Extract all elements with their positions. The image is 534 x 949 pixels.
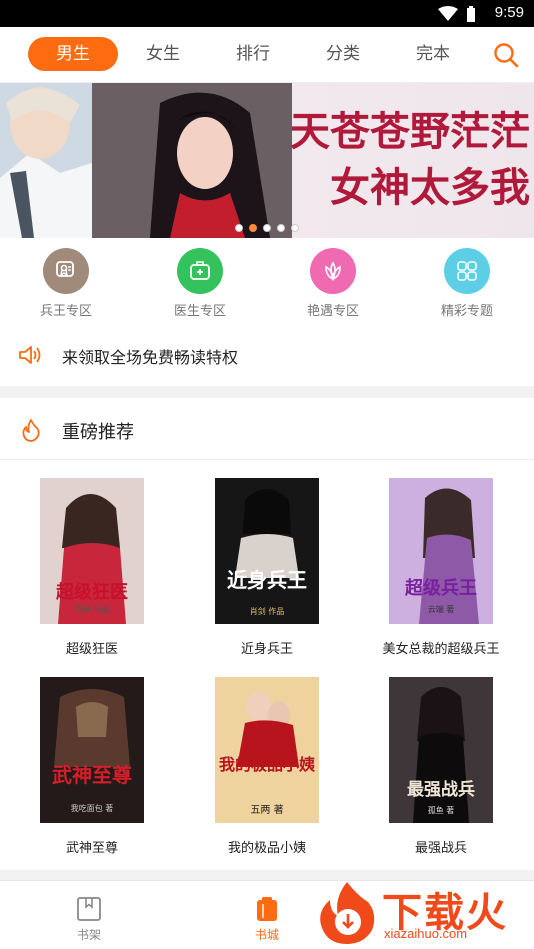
zone-label: 医生专区	[173, 304, 226, 319]
banner-dot[interactable]	[263, 224, 271, 232]
tab-bookshelf[interactable]: 书架	[59, 895, 119, 943]
section-header: 重磅推荐	[0, 398, 534, 460]
banner-dots	[0, 224, 534, 232]
medkit-icon	[177, 248, 223, 294]
zone-doctor[interactable]: 医生专区	[150, 248, 250, 319]
book-card[interactable]: 超级兵王 云端 著 美女总裁的超级兵王	[366, 478, 516, 657]
banner-headline-1: 天苍苍野茫茫	[290, 108, 530, 155]
banner-dot[interactable]	[277, 224, 285, 232]
book-card[interactable]: 最强战兵 孤鱼 著 最强战兵	[366, 677, 516, 856]
cover-title: 超级狂医	[56, 582, 128, 603]
book-cover: 近身兵王 肖剑 作品	[215, 478, 319, 624]
book-card[interactable]: 近身兵王 肖剑 作品 近身兵王	[192, 478, 342, 657]
zone-label: 精彩专题	[440, 304, 493, 319]
promo-banner[interactable]: 天苍苍野茫茫 女神太多我	[0, 83, 534, 238]
book-cover: 武神至尊 我吃面包 著	[40, 677, 144, 823]
banner-dot-active[interactable]	[249, 224, 257, 232]
book-name: 近身兵王	[240, 642, 293, 657]
status-time: 9:59	[494, 4, 524, 21]
speaker-icon	[19, 346, 41, 364]
free-read-notice[interactable]: 来领取全场免费畅读特权	[0, 332, 534, 378]
zone-label: 艳遇专区	[306, 304, 359, 319]
tab-bookstore-label: 书城	[254, 928, 279, 942]
medal-icon	[43, 248, 89, 294]
tab-bookstore[interactable]: 书城	[237, 895, 297, 943]
tab-completed[interactable]: 完本	[402, 37, 464, 71]
banner-headline-2: 女神太多我	[330, 164, 530, 211]
book-card[interactable]: 超级狂医 月神 作品 超级狂医	[17, 478, 167, 657]
book-name: 最强战兵	[414, 841, 467, 856]
cover-author: 我吃面包 著	[70, 804, 114, 813]
book-cover: 最强战兵 孤鱼 著	[389, 677, 493, 823]
divider	[0, 386, 534, 398]
banner-dot[interactable]	[291, 224, 299, 232]
notice-text: 来领取全场免费畅读特权	[62, 348, 239, 367]
cover-author: 五两 著	[250, 805, 284, 816]
book-cover: 超级兵王 云端 著	[389, 478, 493, 624]
book-name: 美女总裁的超级兵王	[382, 642, 500, 657]
zone-featured[interactable]: 精彩专题	[417, 248, 517, 319]
tab-category[interactable]: 分类	[312, 37, 374, 71]
wifi-icon	[438, 6, 458, 21]
book-cover: 我的极品小姨 五两 著	[215, 677, 319, 823]
cover-author: 月神 作品	[74, 605, 110, 614]
status-icons	[438, 6, 476, 22]
cover-author: 云端 著	[427, 605, 455, 614]
book-card[interactable]: 我的极品小姨 五两 著 我的极品小姨	[192, 677, 342, 856]
store-icon	[257, 897, 277, 921]
section-title: 重磅推荐	[62, 422, 134, 443]
book-name: 武神至尊	[65, 841, 118, 856]
cover-title: 超级兵王	[405, 578, 477, 599]
flame-icon	[22, 419, 40, 442]
tab-ranking[interactable]: 排行	[222, 37, 284, 71]
zone-shortcuts: 兵王专区 医生专区 艳遇专区 精彩专题	[0, 238, 534, 328]
top-nav: 男生 女生 排行 分类 完本	[0, 27, 534, 83]
cover-title: 我的极品小姨	[218, 755, 315, 774]
book-cover: 超级狂医 月神 作品	[40, 478, 144, 624]
cover-author: 孤鱼 著	[427, 806, 455, 815]
bookmark-icon	[77, 897, 101, 921]
grid-icon	[444, 248, 490, 294]
zone-romance[interactable]: 艳遇专区	[283, 248, 383, 319]
tab-male[interactable]: 男生	[28, 37, 118, 71]
watermark-url: xiazaihuo.com	[384, 926, 468, 941]
banner-artwork: 天苍苍野茫茫 女神太多我	[0, 83, 534, 238]
status-bar: 9:59	[0, 0, 534, 27]
flame-logo-icon	[320, 882, 375, 944]
zone-label: 兵王专区	[39, 304, 92, 319]
search-icon[interactable]	[492, 41, 520, 69]
battery-icon	[467, 6, 475, 22]
cover-title: 近身兵王	[227, 568, 307, 592]
cover-title: 武神至尊	[52, 763, 132, 787]
cover-author: 肖剑 作品	[249, 607, 285, 616]
book-name: 我的极品小姨	[227, 841, 306, 856]
tab-bookshelf-label: 书架	[76, 928, 101, 942]
book-name: 超级狂医	[65, 642, 118, 657]
lotus-icon	[310, 248, 356, 294]
book-card[interactable]: 武神至尊 我吃面包 著 武神至尊	[17, 677, 167, 856]
watermark-logo: 下载火 xiazaihuo.com	[314, 876, 534, 949]
banner-dot[interactable]	[235, 224, 243, 232]
cover-title: 最强战兵	[407, 780, 475, 800]
tab-female[interactable]: 女生	[132, 37, 194, 71]
zone-soldier[interactable]: 兵王专区	[16, 248, 116, 319]
